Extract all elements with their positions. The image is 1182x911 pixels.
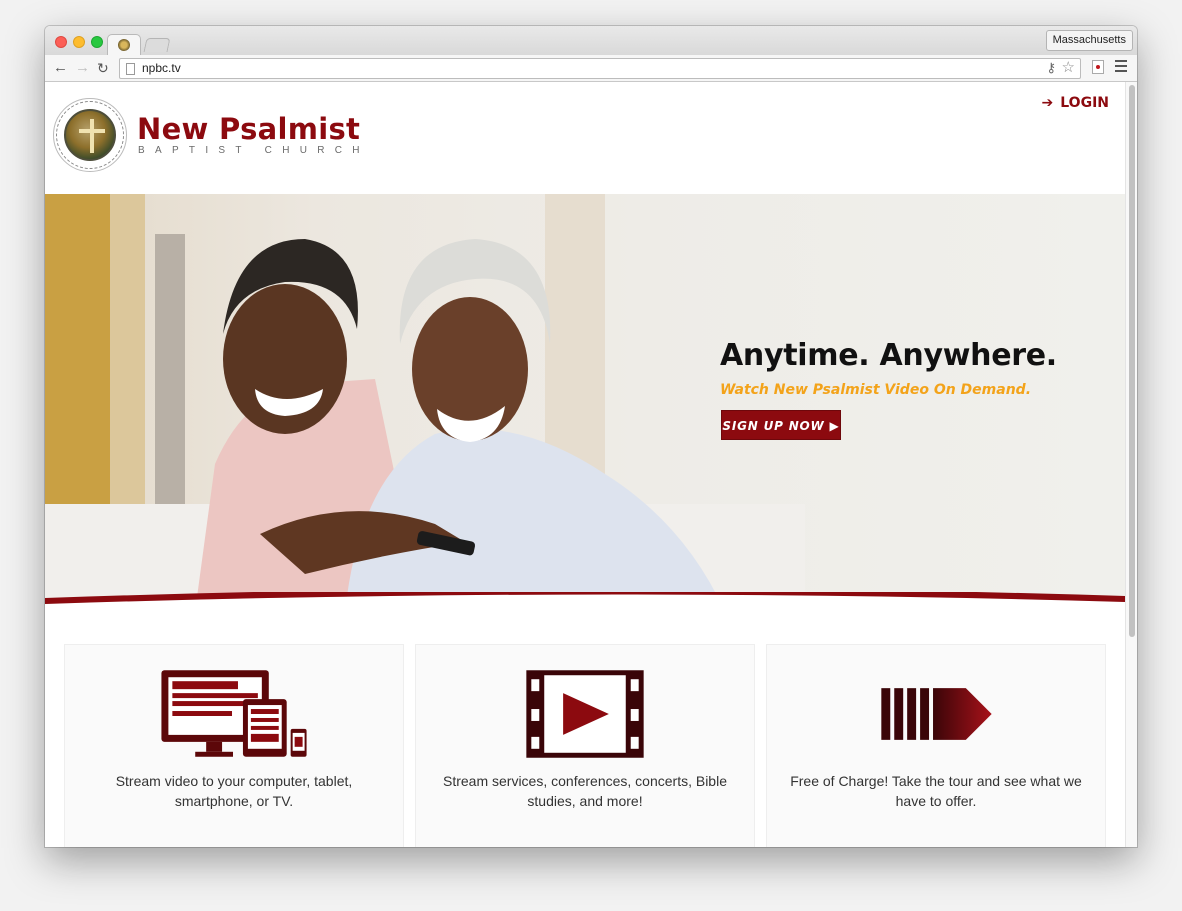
profile-button[interactable]: Massachusetts bbox=[1045, 30, 1133, 51]
title-bar: Massachusetts bbox=[45, 26, 1137, 55]
brand-name[interactable]: New Psalmist bbox=[137, 112, 360, 146]
feature-text: Stream services, conferences, concerts, … bbox=[442, 773, 727, 809]
extension-icon[interactable] bbox=[1092, 60, 1104, 74]
address-bar[interactable]: npbc.tv ⚷ ☆ bbox=[119, 58, 1081, 79]
zoom-window-button[interactable] bbox=[91, 36, 103, 48]
hero-bottom-curve bbox=[45, 592, 1125, 612]
login-link[interactable]: ➔ LOGIN bbox=[1042, 94, 1109, 112]
page-scrollbar[interactable] bbox=[1125, 82, 1137, 847]
close-window-button[interactable] bbox=[55, 36, 67, 48]
feature-card-film: Stream services, conferences, concerts, … bbox=[415, 644, 755, 847]
star-icon[interactable]: ☆ bbox=[1062, 59, 1075, 77]
hero-banner: Anytime. Anywhere. Watch New Psalmist Vi… bbox=[45, 194, 1125, 612]
site-header: New Psalmist BAPTIST CHURCH ➔ LOGIN bbox=[45, 82, 1125, 194]
film-play-icon bbox=[526, 670, 644, 758]
page-icon bbox=[126, 63, 135, 75]
forward-arrow-icon[interactable]: → bbox=[75, 59, 90, 77]
page-viewport: New Psalmist BAPTIST CHURCH ➔ LOGIN Anyt… bbox=[45, 82, 1125, 847]
features-section: Stream video to your computer, tablet, s… bbox=[45, 612, 1125, 847]
minimize-window-button[interactable] bbox=[73, 36, 85, 48]
browser-window: Massachusetts ← → ↻ npbc.tv ⚷ ☆ New Psal… bbox=[45, 26, 1137, 847]
login-icon: ➔ bbox=[1041, 95, 1054, 111]
scrollbar-thumb[interactable] bbox=[1129, 85, 1135, 637]
back-arrow-icon[interactable]: ← bbox=[53, 59, 68, 77]
brand-subtitle: BAPTIST CHURCH bbox=[138, 145, 370, 156]
hero-subtitle: Watch New Psalmist Video On Demand. bbox=[720, 382, 1032, 398]
new-tab-button[interactable] bbox=[143, 38, 171, 52]
hero-couple-photo bbox=[45, 194, 805, 612]
browser-toolbar: ← → ↻ npbc.tv ⚷ ☆ bbox=[45, 55, 1137, 82]
arrow-bars-icon bbox=[881, 688, 992, 740]
sign-up-button[interactable]: SIGN UP NOW ▶ bbox=[721, 410, 841, 440]
hero-title: Anytime. Anywhere. bbox=[720, 338, 1057, 373]
menu-icon[interactable] bbox=[1115, 60, 1127, 72]
login-label: LOGIN bbox=[1060, 95, 1109, 111]
church-seal-logo[interactable] bbox=[53, 98, 127, 172]
url-text[interactable]: npbc.tv bbox=[142, 61, 181, 76]
feature-card-devices: Stream video to your computer, tablet, s… bbox=[64, 644, 404, 847]
feature-card-tour: Free of Charge! Take the tour and see wh… bbox=[766, 644, 1106, 847]
browser-tab[interactable] bbox=[107, 34, 141, 55]
key-icon[interactable]: ⚷ bbox=[1046, 60, 1056, 76]
site-favicon-icon bbox=[118, 39, 130, 51]
feature-text: Free of Charge! Take the tour and see wh… bbox=[790, 773, 1082, 809]
devices-icon bbox=[161, 670, 307, 757]
feature-text: Stream video to your computer, tablet, s… bbox=[115, 773, 353, 809]
reload-icon[interactable]: ↻ bbox=[97, 59, 109, 77]
